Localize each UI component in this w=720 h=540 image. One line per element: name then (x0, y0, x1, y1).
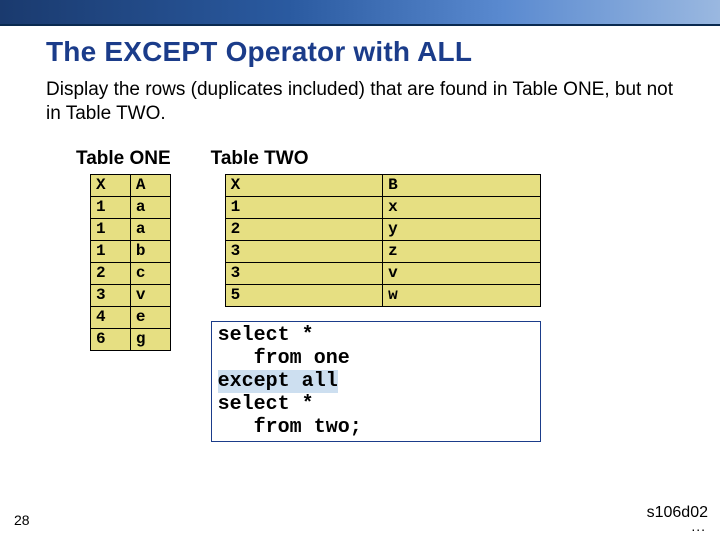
code-line: select * (218, 393, 314, 416)
slide-number: 28 (14, 512, 30, 528)
table-row: 3v (91, 284, 171, 306)
col-header: X (225, 174, 383, 196)
code-line-highlight: except all (218, 370, 338, 393)
table-two-block: Table TWO X B 1x 2y 3z 3v 5w (211, 148, 541, 307)
table-row: 1x (225, 196, 540, 218)
code-line: select * (218, 324, 314, 347)
right-column: Table TWO X B 1x 2y 3z 3v 5w select * fr… (211, 148, 541, 442)
table-one-caption: Table ONE (76, 148, 171, 170)
table-row: 1b (91, 240, 171, 262)
table-row: 3z (225, 240, 540, 262)
col-header: B (383, 174, 541, 196)
table-row: 1a (91, 218, 171, 240)
col-header: X (91, 174, 131, 196)
table-row: X B (225, 174, 540, 196)
slide-content: The EXCEPT Operator with ALL Display the… (0, 26, 720, 442)
slide-title: The EXCEPT Operator with ALL (46, 36, 674, 68)
code-line: from two; (218, 416, 362, 439)
table-row: 1a (91, 196, 171, 218)
table-row: 6g (91, 328, 171, 350)
table-two: X B 1x 2y 3z 3v 5w (225, 174, 541, 307)
code-line: from one (218, 347, 350, 370)
continuation-dots: ... (691, 518, 706, 534)
table-two-caption: Table TWO (211, 148, 541, 170)
col-header: A (130, 174, 170, 196)
table-row: 2y (225, 218, 540, 240)
table-row: 2c (91, 262, 171, 284)
table-one-block: Table ONE X A 1a 1a 1b 2c 3v 4e 6g (76, 148, 171, 351)
table-one: X A 1a 1a 1b 2c 3v 4e 6g (90, 174, 171, 351)
sql-code-block: select * from one except all select * fr… (211, 321, 541, 442)
table-row: 5w (225, 284, 540, 306)
slide-description: Display the rows (duplicates included) t… (46, 78, 674, 126)
table-row: 4e (91, 306, 171, 328)
table-row: X A (91, 174, 171, 196)
table-row: 3v (225, 262, 540, 284)
header-banner (0, 0, 720, 26)
tables-container: Table ONE X A 1a 1a 1b 2c 3v 4e 6g Table… (76, 148, 674, 442)
